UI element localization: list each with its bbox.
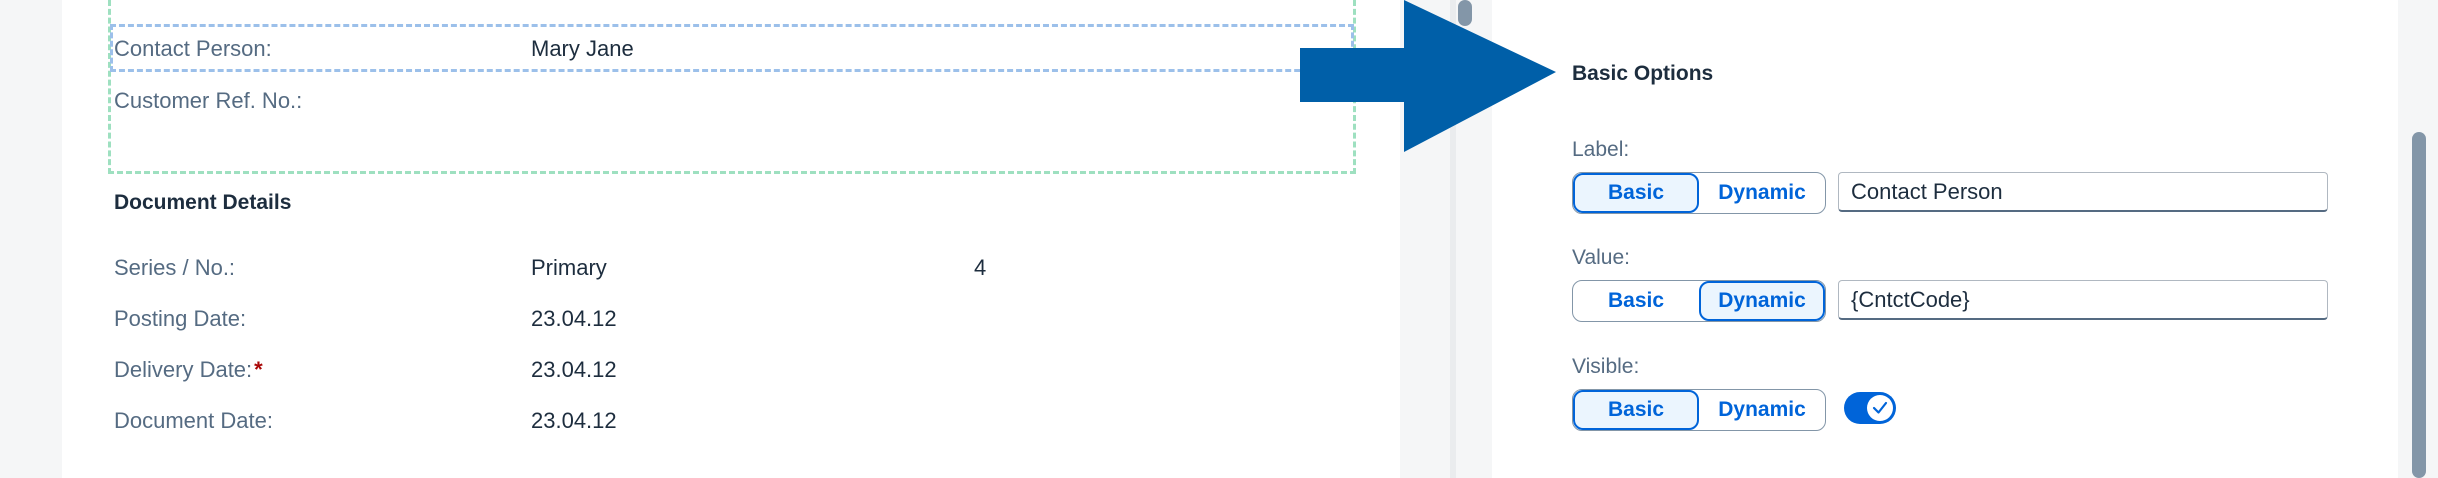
customer-ref-label: Customer Ref. No.: xyxy=(114,88,303,113)
posting-date-label: Posting Date: xyxy=(114,306,247,331)
document-details-title: Document Details xyxy=(114,191,292,214)
visible-basic-button[interactable]: Basic xyxy=(1573,390,1699,430)
series-label: Series / No.: xyxy=(114,255,236,280)
series-number: 4 xyxy=(974,255,987,280)
posting-date-value: 23.04.12 xyxy=(531,306,617,331)
series-value: Primary xyxy=(531,255,607,280)
switch-knob xyxy=(1867,395,1893,421)
basic-options-title: Basic Options xyxy=(1572,62,1714,85)
label-input[interactable]: Contact Person xyxy=(1838,172,2328,212)
check-icon xyxy=(1872,401,1888,414)
properties-scrollbar-thumb[interactable] xyxy=(2412,132,2426,478)
contact-person-label: Contact Person: xyxy=(114,36,272,61)
value-dynamic-button[interactable]: Dynamic xyxy=(1699,281,1825,321)
label-field-label: Label: xyxy=(1572,138,1630,161)
visible-field-label: Visible: xyxy=(1572,355,1640,378)
right-arrow-icon xyxy=(1300,0,1556,152)
value-field-label: Value: xyxy=(1572,246,1630,269)
label-basic-button[interactable]: Basic xyxy=(1573,173,1699,213)
document-date-label: Document Date: xyxy=(114,408,273,433)
label-mode-toggle: Basic Dynamic xyxy=(1572,172,1826,214)
value-basic-button[interactable]: Basic xyxy=(1573,281,1699,321)
contact-person-value: Mary Jane xyxy=(531,36,634,61)
contact-person-selection[interactable] xyxy=(110,24,1354,72)
delivery-date-label: Delivery Date:* xyxy=(114,357,263,383)
required-indicator: * xyxy=(254,357,263,382)
delivery-date-label-text: Delivery Date: xyxy=(114,357,253,382)
visible-switch[interactable] xyxy=(1844,392,1896,424)
visible-dynamic-button[interactable]: Dynamic xyxy=(1699,390,1825,430)
visible-mode-toggle: Basic Dynamic xyxy=(1572,389,1826,431)
document-date-value: 23.04.12 xyxy=(531,408,617,433)
label-dynamic-button[interactable]: Dynamic xyxy=(1699,173,1825,213)
value-mode-toggle: Basic Dynamic xyxy=(1572,280,1826,322)
delivery-date-value: 23.04.12 xyxy=(531,357,617,382)
value-input[interactable]: {CntctCode} xyxy=(1838,280,2328,320)
